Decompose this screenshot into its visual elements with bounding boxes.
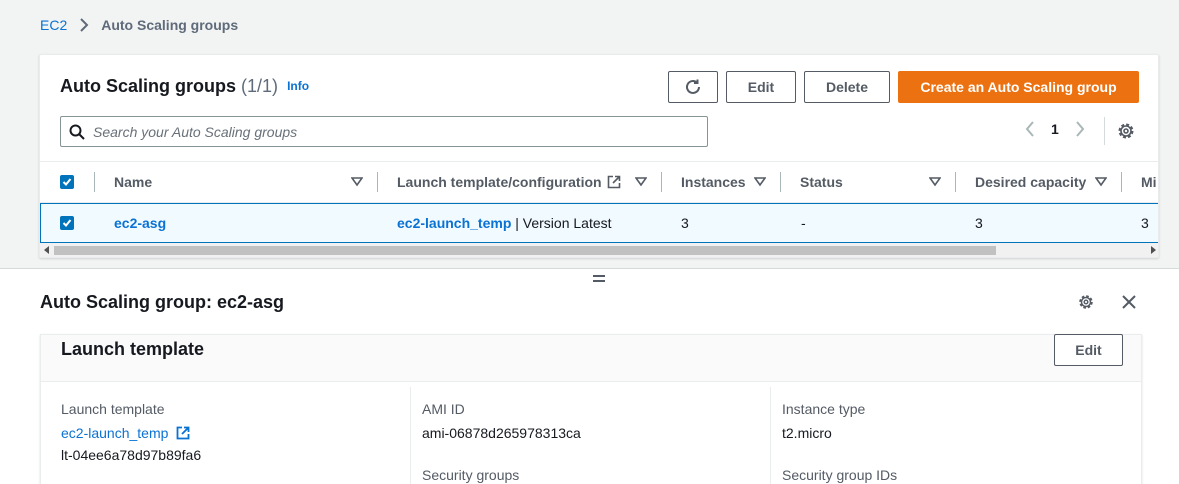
breadcrumb-ec2-link[interactable]: EC2	[40, 17, 67, 33]
search-box	[60, 116, 708, 147]
gear-icon[interactable]	[1077, 293, 1095, 311]
launch-template-detail-link[interactable]: ec2-launch_temp	[61, 425, 168, 441]
sort-icon[interactable]	[351, 162, 363, 202]
column-header-name[interactable]: Name	[114, 162, 152, 202]
security-group-ids-field: Security group IDs	[782, 467, 897, 484]
edit-button[interactable]: Edit	[726, 71, 796, 103]
instance-type-value: t2.micro	[782, 425, 832, 441]
resize-handle-icon[interactable]	[593, 275, 605, 285]
section-title: Launch template	[61, 339, 205, 359]
create-auto-scaling-group-button[interactable]: Create an Auto Scaling group	[898, 71, 1139, 103]
instance-type-field: Instance type t2.micro	[782, 401, 865, 441]
close-icon[interactable]	[1121, 294, 1137, 310]
select-all-checkbox[interactable]	[60, 162, 74, 202]
chevron-right-icon	[79, 18, 89, 32]
chevron-left-icon[interactable]	[1025, 121, 1035, 137]
pager-divider	[1104, 117, 1105, 145]
detail-title: Auto Scaling group: ec2-asg	[40, 292, 285, 312]
search-icon	[69, 124, 85, 140]
launch-template-header: Launch template Edit	[41, 334, 1141, 382]
column-header-desired-capacity[interactable]: Desired capacity	[975, 162, 1086, 202]
page-number[interactable]: 1	[1051, 121, 1059, 137]
refresh-button[interactable]	[668, 71, 718, 103]
launch-template-version: | Version Latest	[515, 215, 612, 231]
launch-template-cell: ec2-launch_temp | Version Latest	[397, 204, 612, 242]
external-link-icon	[607, 162, 621, 202]
pagination: 1	[1025, 121, 1085, 137]
search-input[interactable]	[93, 123, 693, 140]
scroll-left-icon[interactable]	[44, 246, 49, 254]
selection-count: (1/1)	[241, 76, 279, 96]
launch-template-container: Launch template Edit Launch template ec2…	[40, 334, 1142, 484]
breadcrumb: EC2 Auto Scaling groups	[40, 17, 238, 33]
launch-template-field: Launch template ec2-launch_temp lt-04ee6…	[61, 401, 201, 463]
sort-icon[interactable]	[635, 162, 647, 202]
sort-icon[interactable]	[754, 162, 766, 202]
panel-title-text: Auto Scaling groups	[60, 76, 237, 96]
chevron-right-icon[interactable]	[1075, 121, 1085, 137]
gear-icon[interactable]	[1116, 121, 1136, 141]
edit-launch-template-button[interactable]: Edit	[1054, 334, 1123, 366]
delete-button[interactable]: Delete	[804, 71, 890, 103]
column-header-instances[interactable]: Instances	[681, 162, 746, 202]
field-label: Security group IDs	[782, 467, 898, 483]
security-groups-field: Security groups	[422, 467, 519, 484]
table-row[interactable]: ec2-asg ec2-launch_temp | Version Latest…	[40, 203, 1158, 243]
table-header: Name Launch template/configuration Insta…	[40, 161, 1158, 203]
sort-icon[interactable]	[929, 162, 941, 202]
info-link[interactable]: Info	[287, 79, 309, 93]
launch-template-id: lt-04ee6a78d97b89fa6	[61, 447, 202, 463]
launch-template-link[interactable]: ec2-launch_temp	[397, 215, 511, 231]
ami-id-value: ami-06878d265978313ca	[422, 425, 581, 441]
sort-icon[interactable]	[1095, 162, 1107, 202]
instances-cell: 3	[681, 215, 689, 231]
min-cell: 3	[1141, 215, 1149, 231]
external-link-icon[interactable]	[176, 426, 190, 440]
field-label: AMI ID	[422, 401, 465, 417]
field-label: Security groups	[422, 467, 520, 483]
column-header-min[interactable]: Mi	[1141, 162, 1157, 202]
status-cell: -	[801, 215, 806, 231]
scrollbar-thumb[interactable]	[54, 246, 996, 255]
field-label: Instance type	[782, 401, 866, 417]
breadcrumb-current: Auto Scaling groups	[101, 17, 239, 33]
field-label: Launch template	[61, 401, 165, 417]
horizontal-scrollbar[interactable]	[40, 243, 1158, 257]
asg-name-link[interactable]: ec2-asg	[114, 204, 166, 242]
detail-split-panel: Auto Scaling group: ec2-asg Launch templ…	[0, 269, 1179, 484]
scroll-right-icon[interactable]	[1151, 246, 1156, 254]
desired-capacity-cell: 3	[975, 215, 983, 231]
column-header-status[interactable]: Status	[800, 162, 843, 202]
auto-scaling-groups-panel: Auto Scaling groups (1/1) Info Edit Dele…	[39, 54, 1159, 258]
column-header-launch-template[interactable]: Launch template/configuration	[397, 162, 602, 202]
refresh-icon	[686, 79, 700, 94]
panel-title: Auto Scaling groups (1/1) Info	[60, 76, 309, 97]
ami-id-field: AMI ID ami-06878d265978313ca	[422, 401, 581, 441]
row-checkbox[interactable]	[60, 204, 74, 242]
